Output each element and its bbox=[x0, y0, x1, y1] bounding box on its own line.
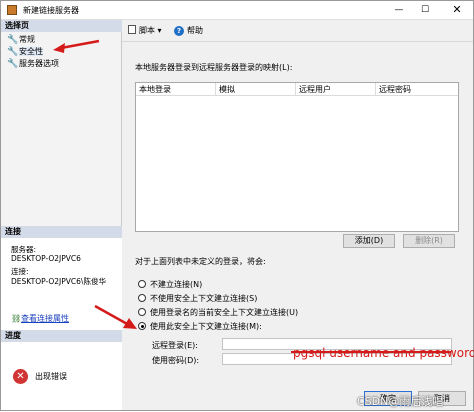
login-mapping-label: 本地服务器登录到远程服务器登录的映射(L): bbox=[135, 63, 293, 72]
page-item-label: 安全性 bbox=[19, 47, 43, 56]
password-label: 使用密码(D): bbox=[152, 356, 200, 365]
minimize-icon[interactable]: — bbox=[389, 3, 409, 17]
grid-header: 本地登录 模拟 远程用户 远程密码 bbox=[136, 83, 458, 96]
wrench-icon: 🔧 bbox=[7, 35, 19, 45]
radio-without-security-context[interactable]: 不使用安全上下文建立连接(S) bbox=[138, 293, 257, 305]
page-item-label: 常规 bbox=[19, 35, 35, 44]
help-label: 帮助 bbox=[187, 26, 203, 35]
radio-dot[interactable] bbox=[138, 308, 146, 316]
radio-no-connection[interactable]: 不建立连接(N) bbox=[138, 279, 202, 291]
dialog-window: 新建链接服务器 — ☐ ✕ 选择页 🔧 常规 🔧 安全性 🔧 服务器选项 连接 … bbox=[0, 0, 474, 411]
script-button[interactable]: 脚本 ▾ bbox=[128, 25, 162, 36]
connection-section: 连接 服务器: DESKTOP-O2JPVC6 连接: DESKTOP-O2JP… bbox=[1, 226, 122, 336]
radio-label: 不使用安全上下文建立连接(S) bbox=[150, 294, 258, 303]
radio-this-security-context[interactable]: 使用此安全上下文建立连接(M): bbox=[138, 321, 262, 333]
delete-button[interactable]: 删除(R) bbox=[403, 234, 455, 248]
link-label: 查看连接属性 bbox=[21, 314, 69, 323]
column-remote-user[interactable]: 远程用户 bbox=[296, 83, 376, 96]
script-label: 脚本 bbox=[139, 26, 155, 35]
chevron-down-icon[interactable]: ▾ bbox=[158, 26, 162, 35]
select-page-header: 选择页 bbox=[1, 20, 122, 32]
progress-status: 出现错误 bbox=[35, 372, 67, 381]
page-item-general[interactable]: 🔧 常规 bbox=[1, 34, 122, 46]
script-icon bbox=[128, 25, 136, 34]
help-icon: ? bbox=[174, 26, 184, 36]
column-local-login[interactable]: 本地登录 bbox=[136, 83, 216, 96]
app-icon bbox=[7, 5, 17, 15]
add-button[interactable]: 添加(D) bbox=[343, 234, 395, 248]
radio-dot[interactable] bbox=[138, 322, 146, 330]
window-title: 新建链接服务器 bbox=[23, 6, 79, 15]
properties-icon: ⛓ bbox=[11, 314, 22, 323]
login-mapping-grid[interactable]: 本地登录 模拟 远程用户 远程密码 bbox=[135, 82, 459, 232]
annotation-strike bbox=[291, 351, 451, 353]
view-connection-properties-link[interactable]: ⛓查看连接属性 bbox=[11, 313, 69, 324]
wrench-icon: 🔧 bbox=[7, 47, 19, 57]
page-list: 🔧 常规 🔧 安全性 🔧 服务器选项 bbox=[1, 34, 122, 70]
progress-section: 进度 ✕ 出现错误 bbox=[1, 330, 122, 410]
watermark: CSDN@雨后浅唱 bbox=[357, 395, 444, 408]
radio-dot[interactable] bbox=[138, 294, 146, 302]
radio-label: 使用登录名的当前安全上下文建立连接(U) bbox=[150, 308, 299, 317]
radio-dot[interactable] bbox=[138, 280, 146, 288]
page-item-security[interactable]: 🔧 安全性 bbox=[1, 46, 122, 58]
server-value: DESKTOP-O2JPVC6 bbox=[11, 254, 81, 263]
radio-current-security-context[interactable]: 使用登录名的当前安全上下文建立连接(U) bbox=[138, 307, 298, 319]
error-icon: ✕ bbox=[13, 369, 28, 384]
connection-header: 连接 bbox=[1, 226, 122, 238]
column-remote-password[interactable]: 远程密码 bbox=[376, 83, 458, 96]
undefined-logins-label: 对于上面列表中未定义的登录，将会: bbox=[135, 257, 266, 266]
page-item-label: 服务器选项 bbox=[19, 59, 59, 68]
annotation-text: pgsql username and password bbox=[293, 346, 474, 360]
wrench-icon: 🔧 bbox=[7, 59, 19, 69]
page-item-server-options[interactable]: 🔧 服务器选项 bbox=[1, 58, 122, 70]
title-bar: 新建链接服务器 — ☐ ✕ bbox=[1, 1, 473, 20]
left-pane: 选择页 🔧 常规 🔧 安全性 🔧 服务器选项 连接 服务器: DESKTOP-O… bbox=[1, 20, 122, 410]
toolbar: 脚本 ▾ ? 帮助 bbox=[122, 20, 473, 42]
maximize-icon[interactable]: ☐ bbox=[415, 3, 435, 17]
progress-header: 进度 bbox=[1, 330, 122, 342]
connection-value: DESKTOP-O2JPVC6\陈俊华 bbox=[11, 277, 106, 286]
column-impersonate[interactable]: 模拟 bbox=[216, 83, 296, 96]
radio-label: 不建立连接(N) bbox=[150, 280, 203, 289]
close-icon[interactable]: ✕ bbox=[447, 3, 467, 17]
radio-label: 使用此安全上下文建立连接(M): bbox=[150, 322, 262, 331]
remote-login-label: 远程登录(E): bbox=[152, 341, 198, 350]
help-button[interactable]: ? 帮助 bbox=[174, 25, 203, 36]
